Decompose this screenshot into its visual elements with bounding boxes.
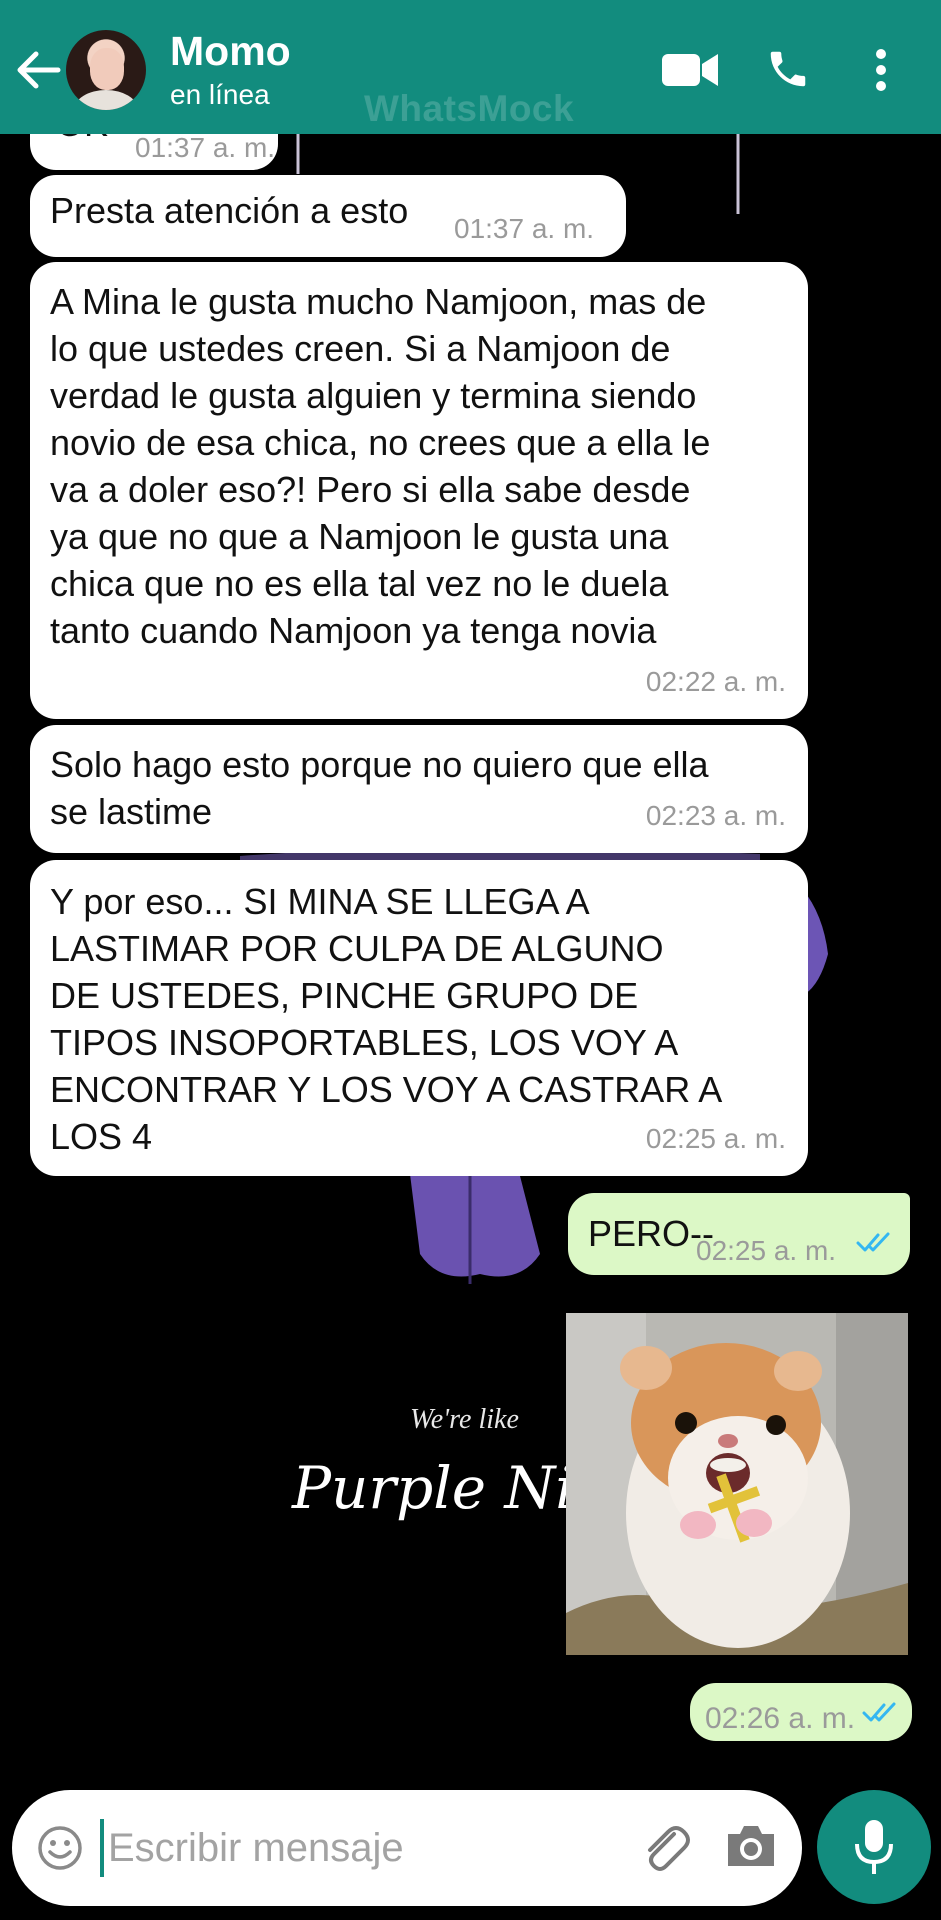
message-bubble[interactable]: Presta atención a esto 01:37 a. m. [30, 175, 626, 257]
outgoing-message-bubble[interactable]: 02:26 a. m. [690, 1683, 912, 1741]
camera-icon[interactable] [724, 1820, 778, 1870]
message-input[interactable] [108, 1818, 608, 1878]
double-check-icon [856, 1232, 890, 1252]
double-check-icon [862, 1702, 896, 1722]
avatar[interactable] [66, 30, 146, 110]
hamster-sticker[interactable] [566, 1313, 908, 1655]
wallpaper-text-1: We're like [410, 1404, 519, 1435]
contact-status: en línea [170, 79, 270, 110]
message-time: 02:25 a. m. [696, 1235, 837, 1266]
message-composer [12, 1790, 802, 1906]
message-bubble[interactable]: Y por eso... SI MINA SE LLEGA A LASTIMAR… [30, 860, 808, 1176]
contact-name[interactable]: Momo [170, 28, 291, 75]
paperclip-icon[interactable] [638, 1820, 694, 1876]
message-text: Presta atención a esto [50, 190, 409, 231]
message-bubble[interactable]: A Mina le gusta mucho Namjoon, mas de lo… [30, 262, 808, 719]
message-bubble[interactable]: Solo hago esto porque no quiero que ella… [30, 725, 808, 853]
outgoing-message-bubble[interactable]: PERO-- 02:25 a. m. [568, 1193, 910, 1275]
message-time: 02:22 a. m. [645, 666, 786, 697]
message-time: 01:37 a. m. [454, 213, 595, 244]
arrow-left-icon[interactable] [14, 48, 62, 92]
chat-header: Momo en línea WhatsMock [0, 0, 941, 134]
message-text: A Mina le gusta mucho Namjoon, mas de lo… [50, 281, 711, 651]
wallpaper-text-2: Purple Ni [291, 1454, 574, 1522]
emoji-icon[interactable] [36, 1824, 84, 1872]
mic-icon [855, 1820, 893, 1874]
watermark: WhatsMock [364, 88, 575, 129]
message-time: 02:23 a. m. [645, 800, 786, 831]
text-cursor [100, 1819, 104, 1877]
more-vert-icon[interactable] [874, 48, 888, 92]
mic-button[interactable] [817, 1790, 931, 1904]
message-time: 02:25 a. m. [645, 1123, 786, 1154]
phone-icon[interactable] [765, 46, 811, 92]
video-call-icon[interactable] [660, 50, 720, 90]
message-time: 02:26 a. m. [705, 1702, 856, 1735]
